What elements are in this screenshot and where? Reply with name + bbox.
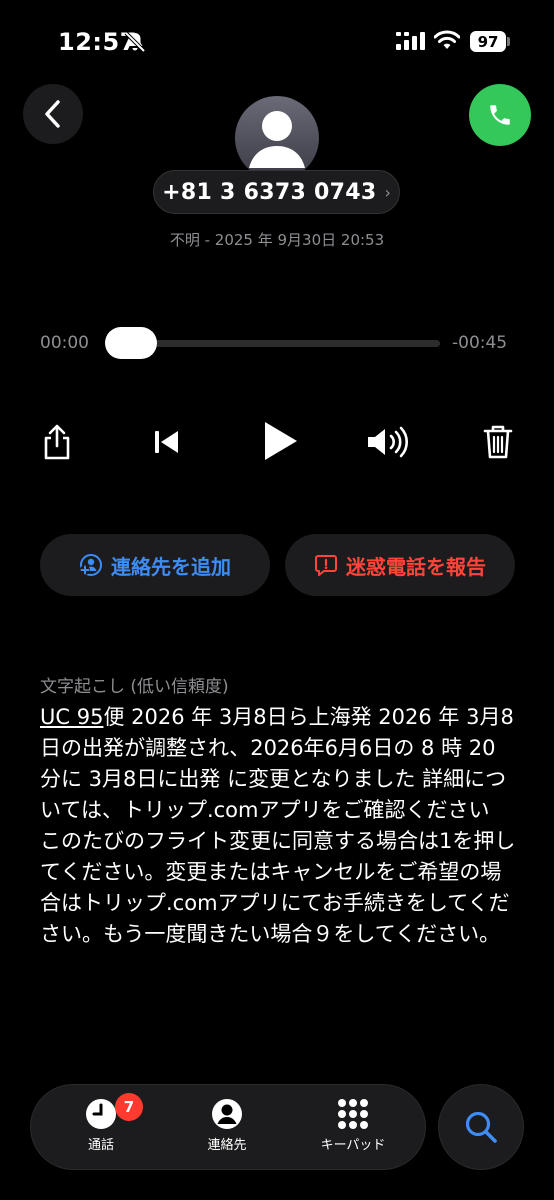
battery-cap	[507, 37, 510, 46]
share-icon	[44, 424, 70, 460]
search-icon	[465, 1111, 497, 1143]
share-button[interactable]	[38, 420, 76, 464]
transcript-flight-code: UC 95	[40, 705, 104, 729]
transcript-text: UC 95便 2026 年 3月8日ら上海発 2026 年 3月8日の出発が調整…	[40, 702, 516, 950]
tab-contacts-label: 連絡先	[207, 1138, 247, 1153]
phone-icon	[490, 105, 510, 125]
back-button[interactable]	[23, 84, 83, 144]
scrubber-thumb[interactable]	[105, 327, 157, 359]
scrubber-track[interactable]	[118, 340, 440, 347]
tab-calls-label: 通話	[87, 1138, 114, 1153]
phone-number: +81 3 6373 0743	[162, 179, 377, 205]
add-contact-button[interactable]: 連絡先を追加	[40, 534, 270, 596]
person-silhouette-icon	[249, 111, 305, 168]
tab-keypad-label: キーパッド	[320, 1138, 386, 1153]
call-subtitle: 不明 - 2025 年 9月30日 20:53	[169, 231, 385, 249]
skip-back-button[interactable]	[148, 420, 186, 464]
report-bubble-icon	[315, 555, 337, 576]
chevron-left-icon	[45, 100, 60, 128]
add-person-icon	[80, 554, 102, 576]
play-icon	[265, 422, 297, 460]
elapsed-time: 00:00	[40, 333, 89, 353]
skip-back-icon	[155, 431, 178, 453]
report-spam-button[interactable]: 迷惑電話を報告	[285, 534, 515, 596]
remaining-time: -00:45	[452, 333, 508, 353]
cellular-signal-icon	[396, 32, 425, 50]
person-circle-icon	[212, 1099, 242, 1129]
phone-number-pill[interactable]: +81 3 6373 0743 ›	[153, 170, 400, 214]
speaker-icon	[368, 426, 408, 458]
battery-indicator: 97	[470, 31, 506, 52]
wifi-icon	[434, 30, 460, 49]
chevron-right-icon: ›	[384, 182, 391, 202]
search-button[interactable]	[438, 1084, 524, 1170]
delete-button[interactable]	[478, 420, 518, 464]
keypad-icon	[338, 1099, 368, 1129]
tab-contacts[interactable]: 連絡先	[172, 1098, 282, 1153]
add-contact-label: 連絡先を追加	[111, 554, 231, 579]
call-button[interactable]	[469, 84, 531, 146]
play-button[interactable]	[255, 416, 303, 466]
speaker-button[interactable]	[363, 420, 413, 464]
silent-bell-icon	[124, 31, 146, 53]
report-spam-label: 迷惑電話を報告	[346, 554, 486, 579]
transcript-label: 文字起こし (低い信頼度)	[40, 677, 229, 697]
clock-icon	[86, 1099, 116, 1129]
transcript-body: 便 2026 年 3月8日ら上海発 2026 年 3月8日の出発が調整され、20…	[40, 705, 516, 946]
trash-icon	[483, 425, 513, 459]
tab-keypad[interactable]: キーパッド	[298, 1098, 408, 1153]
contact-avatar	[235, 96, 319, 180]
missed-calls-badge: 7	[115, 1093, 143, 1121]
